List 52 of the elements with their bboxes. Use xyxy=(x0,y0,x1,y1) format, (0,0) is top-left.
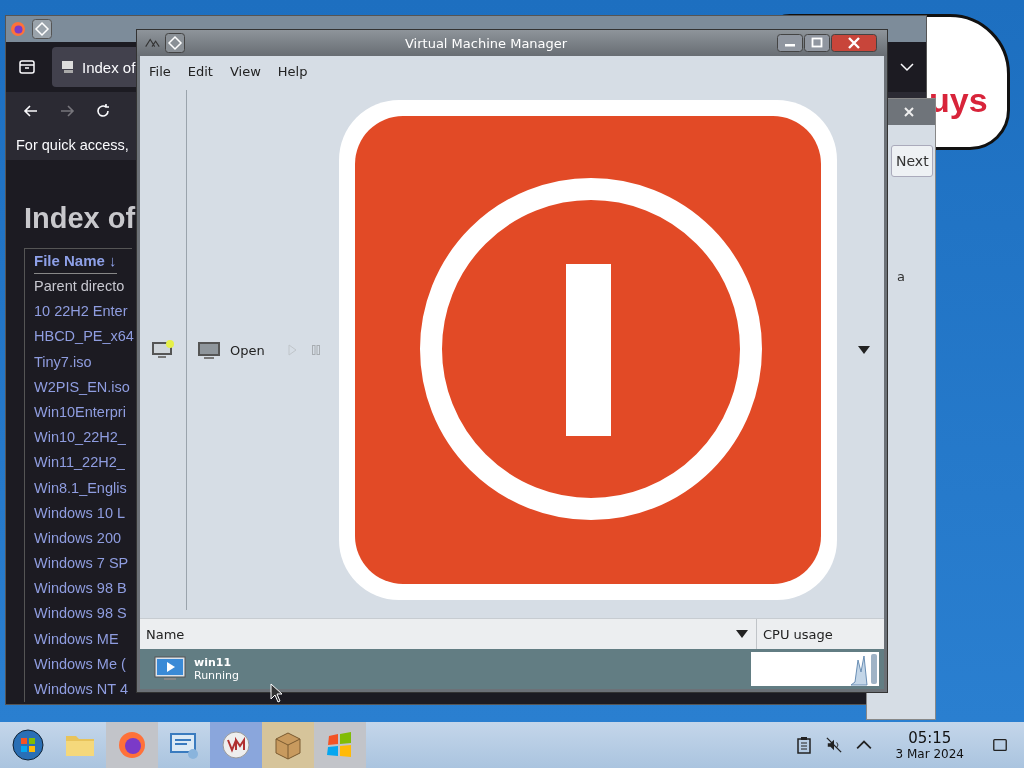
page-heading: Index of xyxy=(24,202,137,236)
file-link[interactable]: Win10_22H2_ xyxy=(34,425,126,451)
diamond-icon[interactable] xyxy=(32,19,52,39)
file-link[interactable]: 10 22H2 Enter xyxy=(34,299,128,325)
menu-item[interactable]: Help xyxy=(277,63,308,79)
file-link[interactable]: Windows 7 SP xyxy=(34,551,129,577)
file-link[interactable]: Windows Me ( xyxy=(34,651,126,677)
chevron-down-icon[interactable] xyxy=(900,62,914,72)
file-link[interactable]: HBCD_PE_x64 xyxy=(34,324,134,350)
minimize-icon[interactable] xyxy=(777,34,803,52)
diamond-icon[interactable] xyxy=(165,33,185,53)
file-link[interactable]: Win8.1_Englis xyxy=(34,475,127,501)
file-link[interactable]: Windows 200 xyxy=(34,525,122,552)
parent-directory-link[interactable]: Parent directo xyxy=(34,274,125,300)
vm-manager-icon[interactable] xyxy=(210,722,262,768)
next-button[interactable]: Next xyxy=(891,145,933,177)
cpu-column-header[interactable]: CPU usage xyxy=(757,619,833,649)
clipboard-icon[interactable] xyxy=(795,736,812,754)
show-desktop-icon[interactable] xyxy=(992,736,1008,754)
file-link[interactable]: Windows 98 S xyxy=(34,601,127,627)
menu-item[interactable]: View xyxy=(229,63,261,79)
file-link[interactable]: Tiny7.iso xyxy=(34,349,92,375)
window-text: a xyxy=(897,269,905,284)
monitor-icon xyxy=(196,339,222,361)
new-vm-icon[interactable] xyxy=(150,339,176,361)
menu-item[interactable]: Edit xyxy=(187,63,213,79)
vm-name: win11 xyxy=(194,656,233,669)
tab-list-icon[interactable] xyxy=(18,58,36,76)
file-link[interactable]: Windows 10 L xyxy=(34,500,126,526)
dropdown-arrow-icon[interactable] xyxy=(857,346,870,354)
maximize-icon[interactable] xyxy=(804,34,830,52)
menu-item[interactable]: File xyxy=(149,63,171,79)
file-link[interactable]: Windows NT 4 xyxy=(34,677,128,703)
file-link[interactable]: Windows ME xyxy=(34,626,119,652)
muted-speaker-icon[interactable] xyxy=(825,736,842,754)
sort-arrow-icon xyxy=(736,630,748,638)
vm-monitor-icon xyxy=(154,656,186,682)
close-icon[interactable] xyxy=(831,34,877,52)
computer-icon xyxy=(60,59,76,75)
vm-status: Running xyxy=(194,669,240,682)
file-link[interactable]: W2PIS_EN.iso xyxy=(34,374,130,400)
column-header[interactable]: File Name ↓ xyxy=(34,249,117,274)
bookmarks-hint: For quick access, xyxy=(16,137,129,153)
package-icon[interactable] xyxy=(262,722,314,768)
reload-icon[interactable] xyxy=(94,102,112,120)
file-link[interactable]: Win11_22H2_ xyxy=(34,450,125,476)
file-link[interactable]: Windows 98 B xyxy=(34,576,127,602)
vm-row[interactable]: win11 Running xyxy=(140,649,884,689)
clock[interactable]: 05:15 3 Mar 2024 xyxy=(895,729,964,761)
window-title: Virtual Machine Manager xyxy=(405,35,568,51)
open-button[interactable]: Open xyxy=(196,339,273,361)
file-link[interactable]: Win10Enterpri xyxy=(34,399,126,426)
